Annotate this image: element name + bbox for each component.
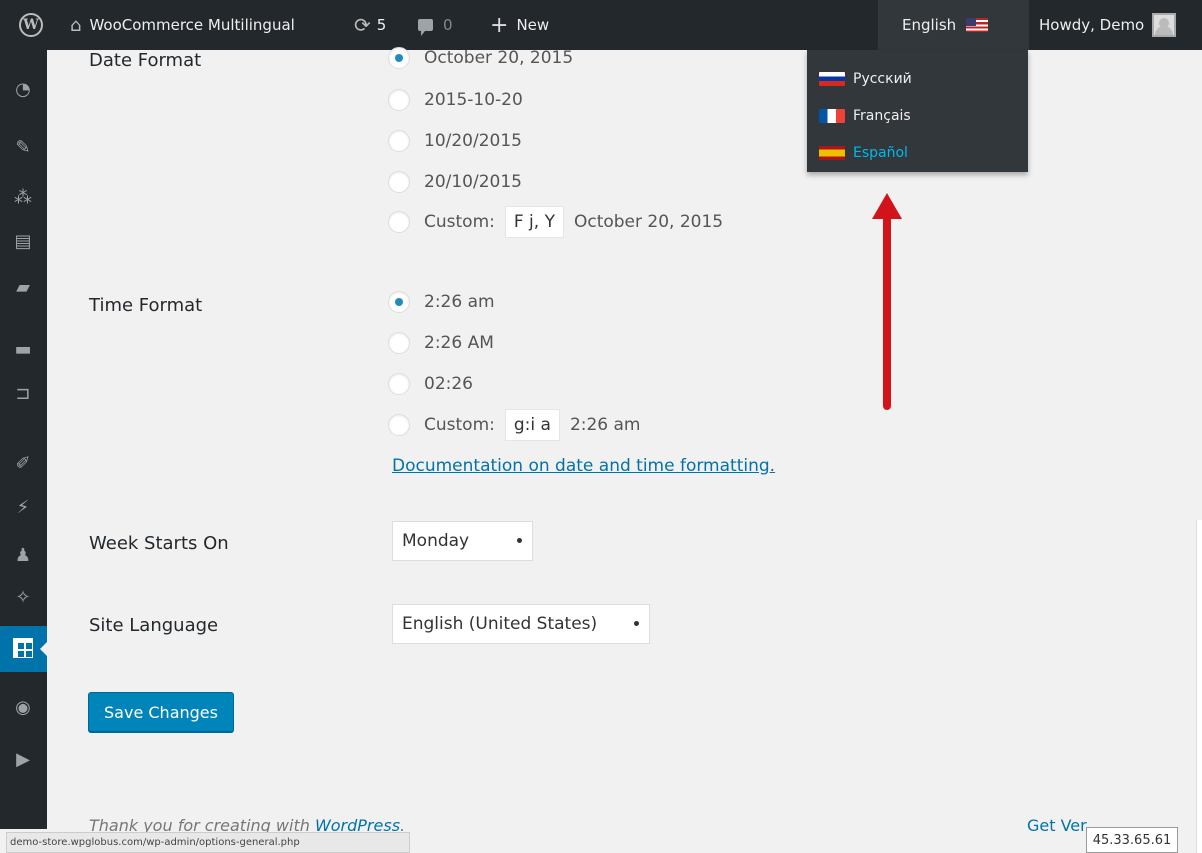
date-custom-input[interactable]: F j, Y: [504, 206, 564, 238]
time-format-label: Time Format: [89, 295, 203, 316]
radio-button[interactable]: [388, 47, 410, 69]
site-name: WooCommerce Multilingual: [89, 16, 295, 34]
pin-icon[interactable]: ✎: [12, 136, 34, 158]
play-icon[interactable]: ▶: [12, 748, 34, 770]
date-option-label: 20/10/2015: [424, 172, 522, 192]
date-option-custom[interactable]: Custom: F j, Y October 20, 2015: [388, 206, 723, 238]
ip-address-box: 45.33.65.61: [1086, 827, 1178, 853]
save-changes-button[interactable]: Save Changes: [88, 692, 234, 732]
radio-button[interactable]: [388, 332, 410, 354]
account-menu[interactable]: Howdy, Demo: [1029, 0, 1202, 50]
radio-button[interactable]: [388, 171, 410, 193]
current-menu-pointer: [40, 641, 48, 657]
radio-button[interactable]: [388, 130, 410, 152]
documentation-link-wrap: Documentation on date and time formattin…: [392, 456, 775, 476]
radio-button[interactable]: [388, 414, 410, 436]
week-starts-select[interactable]: Monday: [392, 521, 533, 561]
time-custom-input[interactable]: g:i a: [504, 409, 560, 441]
us-flag-icon: [966, 18, 989, 32]
time-option-3[interactable]: 02:26: [388, 368, 473, 400]
date-option-2[interactable]: 2015-10-20: [388, 84, 523, 116]
dashboard-icon[interactable]: ◔: [12, 78, 34, 100]
language-option-french[interactable]: Français: [807, 97, 1028, 134]
documentation-link-suffix: .: [769, 456, 776, 476]
dropdown-caret-icon: [634, 621, 639, 626]
current-language: English: [902, 16, 957, 34]
radio-button[interactable]: [388, 89, 410, 111]
radio-button[interactable]: [388, 291, 410, 313]
cart-icon[interactable]: ⊐: [12, 382, 34, 404]
settings-icon: [13, 638, 33, 658]
site-language-label: Site Language: [89, 615, 219, 636]
howdy-text: Howdy, Demo: [1039, 16, 1145, 34]
date-option-1[interactable]: October 20, 2015: [388, 42, 573, 74]
date-custom-preview: October 20, 2015: [573, 212, 724, 232]
language-option-spanish[interactable]: Español: [807, 134, 1028, 171]
comment-bubble-icon: [418, 19, 433, 36]
time-option-custom[interactable]: Custom: g:i a 2:26 am: [388, 409, 641, 441]
time-option-label: 02:26: [424, 374, 473, 394]
translate-icon[interactable]: ⁂: [12, 186, 34, 208]
language-option-label: Français: [853, 107, 911, 124]
red-arrow-shaft: [883, 212, 891, 410]
date-option-4[interactable]: 20/10/2015: [388, 166, 522, 198]
updates-link[interactable]: ⟳ 5: [354, 0, 386, 50]
plugins-icon[interactable]: ⚡: [12, 496, 34, 518]
tools-icon[interactable]: ✧: [12, 586, 34, 608]
settings-menu-item[interactable]: [0, 626, 48, 672]
language-switcher[interactable]: English: [878, 0, 1029, 50]
pages-icon[interactable]: ▤: [12, 230, 34, 252]
language-dropdown: Русский Français Español: [807, 50, 1028, 172]
language-option-label: Español: [853, 144, 908, 161]
site-language-value: English (United States): [402, 614, 598, 634]
site-language-select[interactable]: English (United States): [392, 604, 650, 644]
time-option-1[interactable]: 2:26 am: [388, 286, 495, 318]
avatar: [1152, 13, 1177, 37]
custom-label: Custom:: [424, 212, 495, 232]
wordpress-icon: W: [19, 13, 43, 37]
updates-count: 5: [376, 16, 387, 34]
site-name-link[interactable]: ⌂ WooCommerce Multilingual: [70, 0, 295, 50]
date-option-label: 2015-10-20: [424, 90, 523, 110]
status-bar-url: demo-store.wpglobus.com/wp-admin/options…: [6, 832, 410, 853]
updates-icon: ⟳: [354, 13, 371, 37]
france-flag-icon: [819, 108, 845, 123]
admin-sidebar: ◔ ✎ ⁂ ▤ ▰ ▬ ⊐ ✐ ⚡ ♟ ✧ ◉ ▶: [0, 50, 48, 829]
time-option-label: 2:26 AM: [424, 333, 494, 353]
documentation-link[interactable]: Documentation on date and time formattin…: [392, 456, 770, 476]
users-icon[interactable]: ♟: [12, 544, 34, 566]
radio-button[interactable]: [388, 373, 410, 395]
home-icon: ⌂: [70, 14, 82, 36]
admin-bar: W ⌂ WooCommerce Multilingual ⟳ 5 0 + New…: [0, 0, 1202, 50]
radio-button[interactable]: [388, 211, 410, 233]
comments-icon[interactable]: ▰: [12, 276, 34, 298]
get-version-link[interactable]: Get Ver: [1027, 816, 1087, 835]
language-option-russian[interactable]: Русский: [807, 60, 1028, 97]
time-option-label: 2:26 am: [424, 292, 495, 312]
russia-flag-icon: [819, 71, 845, 86]
new-label: New: [516, 16, 550, 34]
globe-icon[interactable]: ◉: [12, 696, 34, 718]
scrollbar-edge: [1196, 520, 1202, 853]
custom-label: Custom:: [424, 415, 495, 435]
week-starts-label: Week Starts On: [89, 533, 229, 554]
plus-icon: +: [490, 12, 509, 38]
spain-flag-icon: [819, 145, 845, 160]
date-option-3[interactable]: 10/20/2015: [388, 125, 522, 157]
week-starts-value: Monday: [402, 531, 470, 551]
comments-count: 0: [443, 16, 453, 34]
dropdown-caret-icon: [517, 538, 522, 543]
time-custom-preview: 2:26 am: [569, 415, 641, 435]
woo-icon[interactable]: ▬: [12, 338, 34, 360]
language-option-label: Русский: [853, 70, 912, 87]
time-option-2[interactable]: 2:26 AM: [388, 327, 494, 359]
date-option-label: 10/20/2015: [424, 131, 522, 151]
wp-logo-button[interactable]: W: [0, 0, 62, 50]
appearance-icon[interactable]: ✐: [12, 452, 34, 474]
date-option-label: October 20, 2015: [424, 48, 574, 68]
date-format-label: Date Format: [89, 50, 202, 71]
